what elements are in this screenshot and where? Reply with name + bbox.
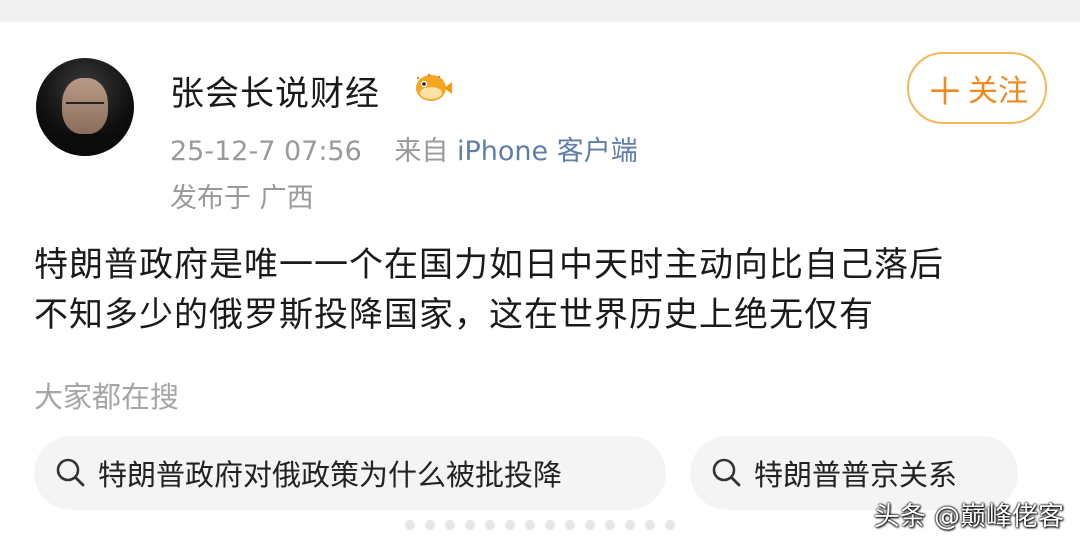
search-icon — [56, 458, 85, 487]
search-chip-label: 特朗普普京关系 — [754, 458, 958, 492]
pufferfish-badge-icon — [416, 73, 452, 101]
source-prefix: 来自 — [394, 136, 449, 167]
watermark: 头条 @巅峰佬客 — [873, 502, 1064, 532]
search-chip[interactable]: 特朗普政府对俄政策为什么被批投降 — [34, 436, 666, 510]
username[interactable]: 张会长说财经 — [170, 66, 380, 115]
pagination-dots — [405, 520, 675, 530]
avatar-glasses — [66, 102, 104, 112]
avatar-shoulders — [42, 132, 128, 156]
client-link[interactable]: iPhone 客户端 — [457, 136, 638, 167]
post-line: 不知多少的俄罗斯投降国家，这在世界历史上绝无仅有 — [34, 295, 874, 335]
post-meta: 25-12-7 07:56 来自 iPhone 客户端 — [170, 129, 638, 168]
follow-button[interactable]: ＋ 关注 — [907, 52, 1047, 124]
user-avatar[interactable] — [36, 58, 134, 156]
search-chip-label: 特朗普政府对俄政策为什么被批投降 — [98, 458, 563, 492]
trending-search-title: 大家都在搜 — [34, 380, 180, 414]
post-line: 特朗普政府是唯一一个在国力如日中天时主动向比自己落后 — [34, 245, 944, 285]
post-card: 张会长说财经 ＋ 关注 25-12-7 07:56 来自 iPhone 客户端 … — [0, 22, 1080, 546]
follow-button-label: 关注 — [968, 74, 1028, 109]
top-separator-bar — [0, 0, 1080, 22]
plus-icon: ＋ — [925, 69, 964, 114]
post-body: 特朗普政府是唯一一个在国力如日中天时主动向比自己落后 不知多少的俄罗斯投降国家，… — [34, 240, 1054, 340]
post-location: 发布于 广西 — [170, 183, 314, 214]
search-icon — [712, 458, 741, 487]
post-time: 25-12-7 07:56 — [170, 136, 362, 167]
